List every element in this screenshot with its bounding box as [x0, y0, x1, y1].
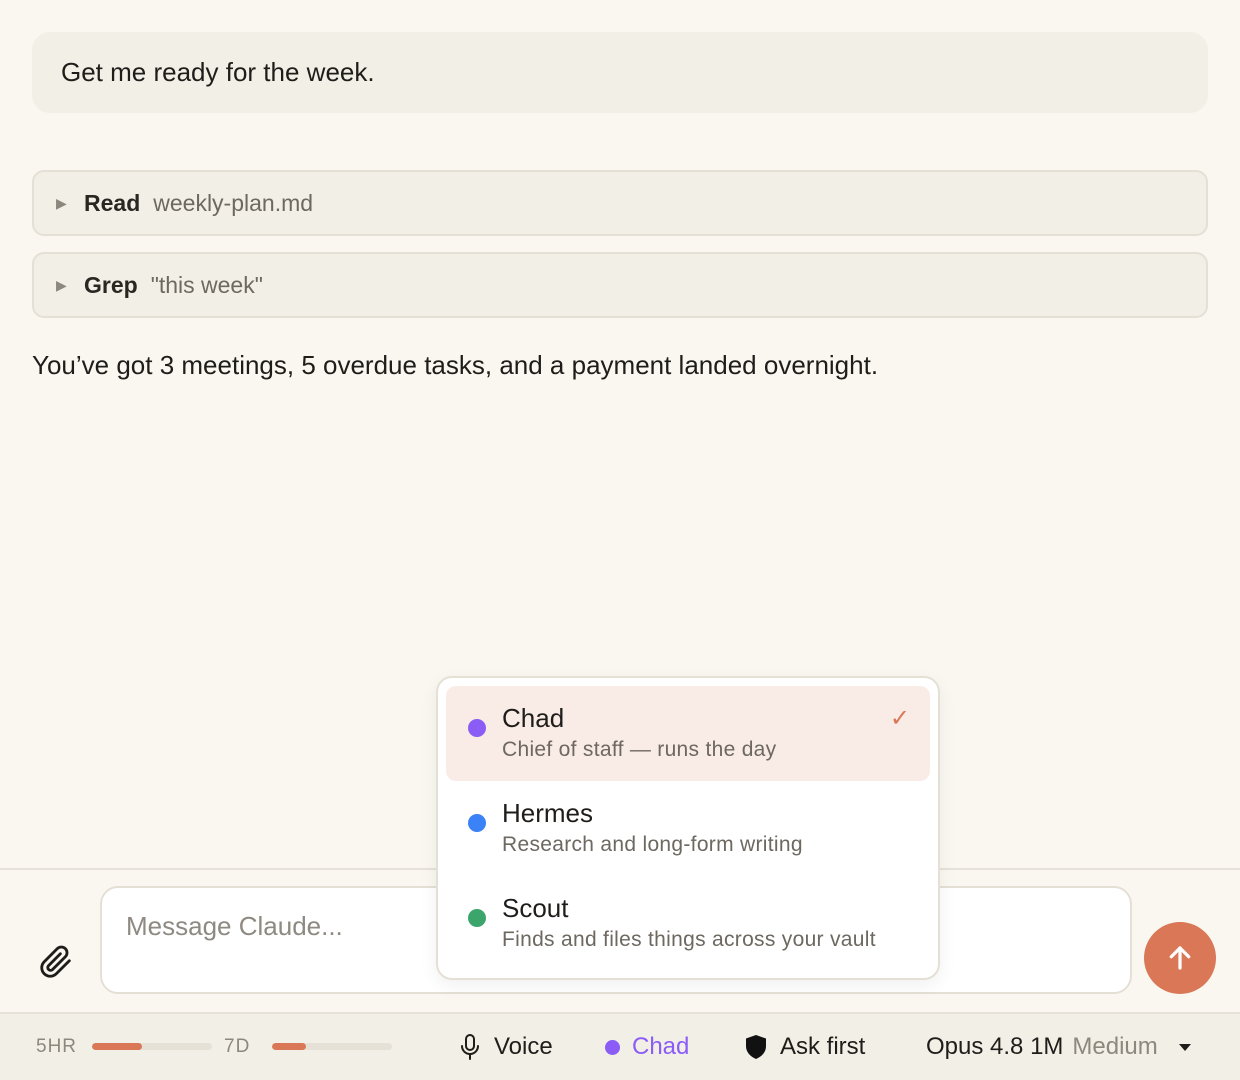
paperclip-icon: [40, 945, 71, 978]
tool-call-grep[interactable]: ▶ Grep "this week": [32, 252, 1208, 318]
agent-description: Finds and files things across your vault: [502, 928, 876, 951]
usage-label-7d: 7D: [224, 1036, 251, 1057]
agent-dropdown-menu: Chad Chief of staff — runs the day ✓ Her…: [436, 676, 940, 980]
caret-down-icon: [1178, 1044, 1191, 1051]
usage-fill-7d: [272, 1043, 306, 1050]
agent-option-scout[interactable]: Scout Finds and files things across your…: [446, 876, 930, 971]
agent-color-dot: [605, 1039, 620, 1055]
agent-description: Research and long-form writing: [502, 833, 803, 856]
assistant-reply: You’ve got 3 meetings, 5 overdue tasks, …: [32, 350, 879, 380]
microphone-icon: [458, 1033, 482, 1061]
agent-description: Chief of staff — runs the day: [502, 738, 777, 761]
agent-name: Chad: [502, 703, 565, 733]
checkmark-icon: ✓: [889, 705, 910, 732]
usage-label-5hr: 5HR: [36, 1036, 78, 1057]
agent-color-dot: [468, 719, 486, 737]
agent-selector[interactable]: Chad: [605, 1028, 689, 1066]
agent-name: Scout: [502, 893, 569, 923]
tool-call-read[interactable]: ▶ Read weekly-plan.md: [32, 170, 1208, 236]
agent-color-dot: [468, 814, 486, 832]
attach-button[interactable]: [36, 942, 76, 982]
agent-name: Hermes: [502, 798, 594, 828]
tool-call-verb: Grep: [84, 271, 138, 298]
expand-triangle-icon: ▶: [56, 276, 67, 293]
usage-fill-5hr: [92, 1043, 143, 1050]
permission-mode-button[interactable]: Ask first: [744, 1028, 865, 1066]
user-message-bubble: Get me ready for the week.: [32, 32, 1208, 113]
agent-dot-wrap: [605, 1039, 620, 1055]
tool-call-arg: "this week": [150, 271, 263, 298]
usage-bar-5hr: [92, 1043, 212, 1050]
arrow-up-icon: [1169, 946, 1191, 970]
agent-option-hermes[interactable]: Hermes Research and long-form writing: [446, 781, 930, 876]
model-selector[interactable]: Opus 4.8 1M Medium: [926, 1028, 1192, 1066]
tool-call-arg: weekly-plan.md: [153, 189, 314, 216]
agent-label: Chad: [632, 1033, 690, 1060]
tool-call-verb: Read: [84, 189, 141, 216]
expand-triangle-icon: ▶: [56, 194, 67, 211]
voice-label: Voice: [494, 1033, 553, 1060]
user-message-text: Get me ready for the week.: [61, 57, 375, 87]
agent-color-dot: [468, 909, 486, 927]
voice-button[interactable]: Voice: [458, 1028, 553, 1066]
permission-label: Ask first: [780, 1033, 866, 1060]
agent-option-chad[interactable]: Chad Chief of staff — runs the day ✓: [446, 686, 930, 781]
effort-label: Medium: [1072, 1033, 1158, 1060]
shield-icon: [744, 1034, 768, 1060]
usage-bar-7d: [272, 1043, 392, 1050]
send-button[interactable]: [1144, 922, 1216, 994]
model-label: Opus 4.8 1M: [926, 1033, 1064, 1060]
